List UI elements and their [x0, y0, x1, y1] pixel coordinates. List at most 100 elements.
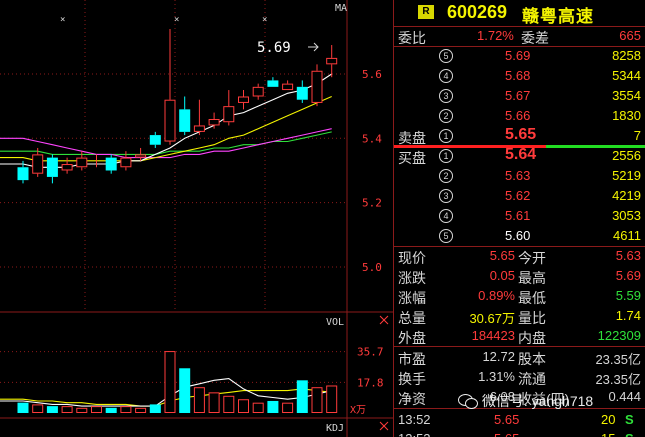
sell-volume: 5344 — [612, 68, 641, 83]
sell-row[interactable]: 2 5.66 1830 — [394, 106, 645, 126]
sell-row[interactable]: 5 5.69 8258 — [394, 46, 645, 66]
x-mark: × — [60, 15, 65, 25]
candle-body — [208, 119, 220, 126]
volume-bar — [105, 407, 117, 413]
quote-label: 内盘 — [518, 330, 546, 346]
tick-volume: 15 — [601, 431, 615, 437]
fund-label: 股本 — [518, 351, 546, 367]
volume-bar — [311, 387, 323, 414]
sell-row[interactable]: 4 5.68 5344 — [394, 66, 645, 86]
buy-volume: 3053 — [612, 208, 641, 223]
volume-bar — [46, 406, 58, 413]
stock-name: 赣粤高速 — [522, 7, 594, 26]
tick-row[interactable]: 13:52 5.65 20 S — [394, 410, 645, 430]
quote-value: 5.69 — [615, 268, 641, 283]
fund-label: 换手 — [398, 371, 426, 387]
quote-label: 总量 — [398, 310, 426, 326]
level-icon: 4 — [439, 69, 453, 83]
quote-value: 30.67万 — [469, 311, 515, 326]
sell-volume: 3554 — [612, 88, 641, 103]
buy-price: 5.60 — [505, 228, 531, 243]
volume-bar — [238, 399, 249, 413]
quote-value: 1.74 — [615, 308, 641, 323]
level-icon: 2 — [439, 109, 453, 123]
fund-row: 市盈 12.72 股本 23.35亿 — [394, 347, 645, 367]
candle-body — [311, 70, 323, 103]
sell-row[interactable]: 卖盘 1 5.65 7 — [394, 126, 645, 146]
candle — [238, 90, 249, 110]
arrow-icon — [308, 42, 319, 52]
quote-row: 总量 30.67万 量比 1.74 — [394, 306, 645, 326]
quote-label: 最高 — [518, 270, 546, 286]
tick-price: 5.65 — [494, 412, 520, 427]
candle-body — [238, 96, 249, 103]
sell-row[interactable]: 3 5.67 3554 — [394, 86, 645, 106]
weicha-label: 委差 — [521, 30, 549, 46]
x-mark: × — [174, 15, 179, 25]
badge-icon: R — [418, 5, 434, 19]
candle — [61, 157, 73, 174]
volume-tick-label: 17.8 — [357, 376, 384, 389]
candle-body — [193, 125, 205, 132]
kline-chart[interactable]: MA 5.6 5.4 5.2 5.0 35.7 17.8 VOL KDJ X万 5.69 × × × — [0, 0, 393, 437]
candle — [282, 80, 294, 91]
fund-label: 净资 — [398, 391, 426, 407]
tick-row[interactable]: 13:52 5.65 15 S — [394, 429, 645, 437]
volume-bar — [208, 392, 220, 413]
buy-row[interactable]: 2 5.63 5219 — [394, 166, 645, 186]
buy-price: 5.61 — [505, 208, 531, 223]
volume-bar — [179, 368, 191, 413]
buy-row[interactable]: 4 5.61 3053 — [394, 206, 645, 226]
candle-body — [17, 167, 29, 181]
fund-label: 流通 — [518, 371, 546, 387]
quote-label: 量比 — [518, 310, 546, 326]
sell-price: 5.67 — [505, 88, 531, 103]
candle-body — [296, 86, 308, 100]
quote-value: 0.05 — [489, 268, 515, 283]
candle-body — [135, 154, 147, 158]
quote-value: 184423 — [471, 328, 515, 343]
quote-row: 外盘 184423 内盘 122309 — [394, 326, 645, 346]
close-icon — [379, 315, 389, 325]
buy-row[interactable]: 买盘 1 5.64 2556 — [394, 146, 645, 166]
weibi-value: 1.72% — [477, 28, 514, 43]
tick-direction: S — [625, 412, 634, 427]
buy-row[interactable]: 3 5.62 4219 — [394, 186, 645, 206]
candle — [208, 112, 220, 129]
order-divider-red — [394, 145, 546, 148]
chart-text: MA 5.6 5.4 5.2 5.0 35.7 17.8 VOL KDJ X万 5.69 × × × — [60, 3, 389, 434]
candle-body — [61, 164, 73, 171]
candle — [193, 99, 205, 136]
candle — [267, 77, 279, 87]
quote-value: 5.59 — [615, 288, 641, 303]
fund-value: 12.72 — [482, 349, 515, 364]
volume-bar — [296, 380, 308, 413]
buy-row[interactable]: 5 5.60 4611 — [394, 226, 645, 246]
wechat-icon — [458, 393, 478, 409]
sell-price: 5.65 — [505, 126, 537, 143]
quote-label: 今开 — [518, 250, 546, 266]
price-tick-label: 5.0 — [362, 261, 382, 274]
candle-body — [120, 157, 132, 168]
quote-label: 外盘 — [398, 330, 426, 346]
level-icon: 1 — [439, 129, 453, 143]
volume-bar — [282, 402, 294, 413]
quote-label: 现价 — [398, 250, 426, 266]
kdj-label: KDJ — [326, 423, 344, 434]
candle-body — [32, 154, 44, 174]
volume-bar — [252, 402, 264, 413]
volume-bar — [193, 387, 205, 414]
candle-body — [46, 157, 58, 177]
level-icon: 4 — [439, 209, 453, 223]
buy-price: 5.63 — [505, 168, 531, 183]
quote-value: 5.65 — [489, 248, 515, 263]
tick-direction: S — [625, 431, 634, 437]
volume-tick-label: 35.7 — [357, 346, 384, 359]
price-tick-label: 5.6 — [362, 68, 382, 81]
sell-volume: 1830 — [612, 108, 641, 123]
candle-body — [105, 157, 117, 171]
vol-label: VOL — [326, 317, 344, 328]
volume-bar — [267, 400, 279, 413]
candle — [311, 64, 323, 107]
stock-header[interactable]: R 600269 赣粤高速 — [394, 0, 645, 26]
